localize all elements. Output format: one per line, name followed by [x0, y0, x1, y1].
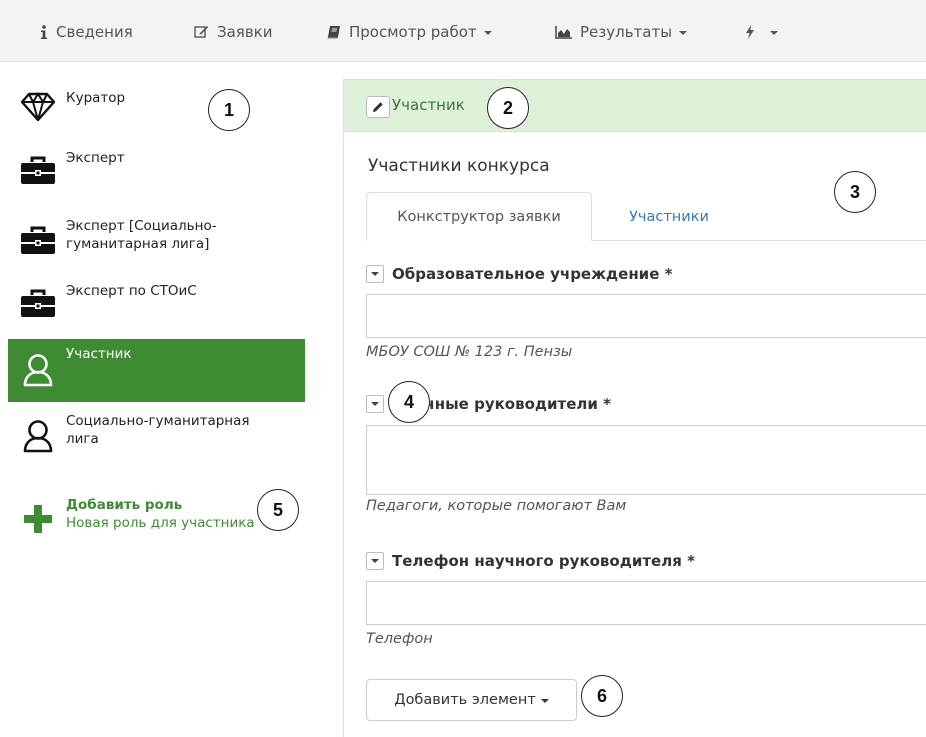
diamond-icon [18, 90, 58, 124]
chevron-down-icon [770, 31, 778, 35]
callout-4: 4 [388, 381, 430, 423]
nav-item-view-works[interactable]: Просмотр работ [327, 21, 492, 43]
institution-input[interactable] [366, 294, 926, 338]
field-header-institution: Образовательное учреждение * [366, 262, 672, 286]
role-label: Участник [66, 346, 132, 362]
role-label: Куратор [66, 90, 126, 106]
add-element-label: Добавить элемент [394, 692, 536, 708]
supervisor-phone-input[interactable] [366, 581, 926, 625]
field-hint: МБОУ СОШ № 123 г. Пензы [366, 344, 573, 360]
field-label: Телефон научного руководителя * [392, 552, 695, 570]
add-role-title: Добавить роль [66, 497, 183, 513]
briefcase-icon [18, 224, 58, 258]
field-label: Образовательное учреждение * [392, 265, 673, 283]
user-icon [18, 419, 58, 453]
panel-heading: Участник [344, 80, 926, 132]
sidebar-role-expert-stois[interactable]: Эксперт по СТОиС [8, 277, 305, 327]
sidebar-role-social-league[interactable]: Социально-гуманитарная лига [8, 407, 305, 465]
nav-item-applications[interactable]: Заявки [194, 21, 272, 43]
tab-participants[interactable]: Участники [594, 192, 744, 241]
callout-3: 3 [834, 171, 876, 213]
tab-application-builder[interactable]: Конкструктор заявки [366, 192, 592, 241]
nav-label-info: Сведения [56, 23, 133, 41]
briefcase-icon [18, 154, 58, 188]
sidebar-role-expert-league[interactable]: Эксперт [Социально-гуманитарная лига] [8, 212, 305, 272]
chevron-down-icon [371, 272, 379, 276]
field-hint: Педагоги, которые помогают Вам [366, 498, 627, 514]
chevron-down-icon [483, 31, 492, 35]
nav-label-applications: Заявки [217, 23, 273, 41]
role-label: Социально-гуманитарная лига [66, 413, 250, 447]
callout-5: 5 [257, 489, 299, 531]
panel-title: Участник [392, 96, 465, 114]
top-navbar: Сведения Заявки Просмотр работ Результат… [0, 0, 926, 62]
pencil-icon [373, 102, 383, 112]
nav-item-results[interactable]: Результаты [555, 21, 688, 43]
chevron-down-icon [540, 699, 549, 703]
area-chart-icon [555, 25, 572, 39]
sidebar-role-expert[interactable]: Эксперт [8, 144, 305, 194]
info-icon [40, 24, 48, 40]
nav-label-view-works: Просмотр работ [349, 23, 477, 41]
field-toggle-button[interactable] [366, 395, 384, 413]
bolt-icon [745, 25, 755, 39]
nav-item-actions[interactable] [745, 21, 778, 43]
callout-1: 1 [208, 89, 250, 131]
briefcase-icon [18, 287, 58, 321]
add-role-subtitle: Новая роль для участника [66, 515, 255, 531]
edit-icon [194, 25, 209, 39]
roles-sidebar: Куратор Эксперт Эксперт [Социально-гуман… [0, 62, 305, 737]
supervisors-input[interactable] [366, 425, 926, 495]
book-icon [327, 25, 341, 39]
section-title: Участники конкурса [368, 156, 550, 176]
field-toggle-button[interactable] [366, 265, 384, 283]
sidebar-role-curator[interactable]: Куратор [8, 84, 305, 134]
field-header-supervisor-phone: Телефон научного руководителя * [366, 549, 695, 573]
role-label: Эксперт [Социально-гуманитарная лига] [66, 218, 217, 252]
chevron-down-icon [371, 559, 379, 563]
role-label: Эксперт [66, 150, 125, 166]
chevron-down-icon [679, 31, 688, 35]
nav-label-results: Результаты [580, 23, 673, 41]
plus-icon [18, 502, 58, 536]
nav-item-info[interactable]: Сведения [40, 21, 133, 43]
sidebar-role-participant[interactable]: Участник [8, 339, 305, 402]
user-icon [18, 353, 58, 387]
edit-role-button[interactable] [366, 96, 390, 118]
field-hint: Телефон [366, 631, 433, 647]
callout-6: 6 [581, 675, 623, 717]
add-element-button[interactable]: Добавить элемент [366, 679, 577, 721]
field-toggle-button[interactable] [366, 552, 384, 570]
chevron-down-icon [371, 402, 379, 406]
role-label: Эксперт по СТОиС [66, 283, 197, 299]
callout-2: 2 [487, 87, 529, 129]
